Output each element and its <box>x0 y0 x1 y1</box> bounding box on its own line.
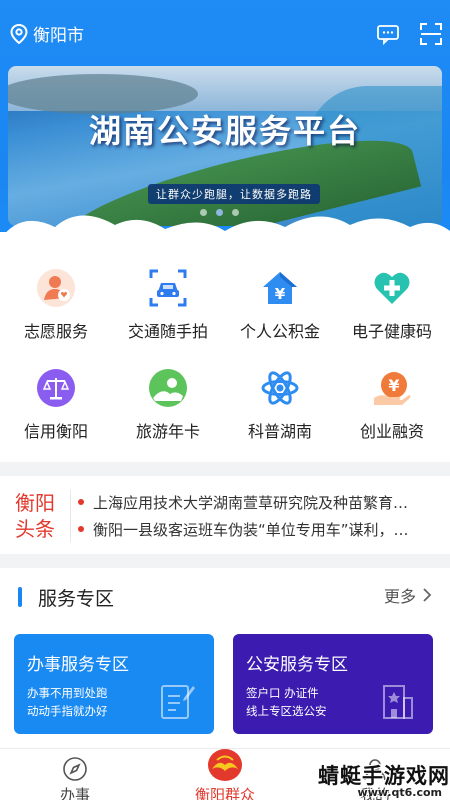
financing-icon: ¥ <box>374 372 411 405</box>
chevron-right-icon <box>423 588 432 602</box>
news-item[interactable]: 上海应用技术大学湖南萱草研究院及种苗繁育… <box>78 492 446 518</box>
city-name: 衡阳市 <box>33 26 84 46</box>
health-code-icon <box>374 272 410 304</box>
top-bar: 衡阳市 <box>0 0 450 66</box>
banner-carousel[interactable]: 湖南公安服务平台 让群众少跑腿，让数据多跑路 <box>8 66 442 226</box>
carousel-dot[interactable] <box>232 209 239 216</box>
grid-label: 旅游年卡 <box>135 422 200 441</box>
science-atom-icon <box>261 371 299 405</box>
traffic-camera-icon <box>149 269 187 307</box>
more-label: 更多 <box>383 587 416 606</box>
card-description: 签户口 办证件 线上专区选公安 <box>246 684 366 720</box>
carousel-indicator <box>200 209 248 216</box>
grid-item-health-code[interactable]: 电子健康码 <box>336 232 448 341</box>
police-building-icon <box>383 685 413 719</box>
banner-title: 湖南公安服务平台 <box>88 112 361 150</box>
card-police-service[interactable]: 公安服务专区 签户口 办证件 线上专区选公安 <box>233 634 433 734</box>
grid-item-credit[interactable]: 信用衡阳 <box>0 332 112 441</box>
news-brand-line: 头条 <box>15 517 55 541</box>
section-title: 服务专区 <box>38 588 115 610</box>
volunteer-icon <box>37 269 75 307</box>
card-desc-line: 签户口 办证件 <box>246 686 319 700</box>
banner-subtitle: 让群众少跑腿，让数据多跑路 <box>148 184 320 204</box>
tab-label: 衡阳群众 <box>194 786 255 800</box>
service-grid: 志愿服务 交通随手拍 ¥ 个人公积金 电子健康码 信用衡阳 旅游年卡 科普湖南 … <box>0 232 450 462</box>
grid-item-volunteer[interactable]: 志愿服务 <box>0 232 112 341</box>
card-desc-line: 线上专区选公安 <box>246 704 327 718</box>
svg-text:¥: ¥ <box>275 285 286 303</box>
carousel-dot-active[interactable] <box>216 209 223 216</box>
card-description: 办事不用到处跑 动动手指就办好 <box>27 684 147 720</box>
tab-affairs[interactable]: 办事 <box>0 749 150 800</box>
message-icon[interactable] <box>376 22 400 46</box>
section-accent-bar <box>18 587 22 607</box>
news-brand-line: 衡阳 <box>15 491 55 515</box>
grid-item-traffic[interactable]: 交通随手拍 <box>112 232 224 341</box>
grid-item-financing[interactable]: ¥ 创业融资 <box>336 332 448 441</box>
grid-label: 科普湖南 <box>247 422 312 441</box>
site-watermark: 蜻蜓手游戏网 www.qt6.com <box>306 760 450 800</box>
app-screen: 衡阳市 湖南公安服务平台 让群众少跑腿，让数据多跑路 志愿服务 交通随手拍 ¥ … <box>0 0 450 800</box>
travel-card-icon <box>149 369 187 407</box>
compass-icon <box>63 757 87 781</box>
card-desc-line: 动动手指就办好 <box>27 704 108 718</box>
housing-fund-icon: ¥ <box>263 272 297 304</box>
watermark-url: www.qt6.com <box>357 786 442 799</box>
location-pin-icon <box>10 23 28 44</box>
card-title: 办事服务专区 <box>27 655 129 675</box>
grid-label: 创业融资 <box>359 422 424 441</box>
grid-item-housing-fund[interactable]: ¥ 个人公积金 <box>224 232 336 341</box>
news-brand: 衡阳 头条 <box>15 490 63 542</box>
tab-label: 办事 <box>59 786 90 800</box>
community-logo-icon <box>208 749 242 781</box>
more-link[interactable]: 更多 <box>384 583 432 607</box>
grid-label: 信用衡阳 <box>23 422 88 441</box>
card-affairs-service[interactable]: 办事服务专区 办事不用到处跑 动动手指就办好 <box>14 634 214 734</box>
bullet-dot <box>78 525 84 532</box>
svg-text:¥: ¥ <box>388 376 399 395</box>
news-ticker[interactable]: 衡阳 头条 上海应用技术大学湖南萱草研究院及种苗繁育… 衡阳一县级客运班车伪装“… <box>0 476 450 554</box>
service-zone: 服务专区 更多 办事服务专区 办事不用到处跑 动动手指就办好 公安服务专区 签户… <box>0 568 450 748</box>
bullet-dot <box>78 498 84 505</box>
city-selector[interactable]: 衡阳市 <box>10 21 84 46</box>
form-edit-icon <box>161 685 195 719</box>
tab-hengyang-masses[interactable]: 衡阳群众 <box>150 749 300 800</box>
news-headline: 上海应用技术大学湖南萱草研究院及种苗繁育… <box>93 494 409 512</box>
card-title: 公安服务专区 <box>246 655 348 675</box>
carousel-dot[interactable] <box>200 209 207 216</box>
news-item[interactable]: 衡阳一县级客运班车伪装“单位专用车”谋利，… <box>78 519 446 545</box>
news-headline: 衡阳一县级客运班车伪装“单位专用车”谋利，… <box>93 521 409 539</box>
grid-item-science[interactable]: 科普湖南 <box>224 332 336 441</box>
credit-scale-icon <box>37 369 75 407</box>
scan-icon[interactable] <box>419 22 443 46</box>
news-divider <box>70 490 71 542</box>
card-desc-line: 办事不用到处跑 <box>27 686 108 700</box>
grid-item-travel-card[interactable]: 旅游年卡 <box>112 332 224 441</box>
